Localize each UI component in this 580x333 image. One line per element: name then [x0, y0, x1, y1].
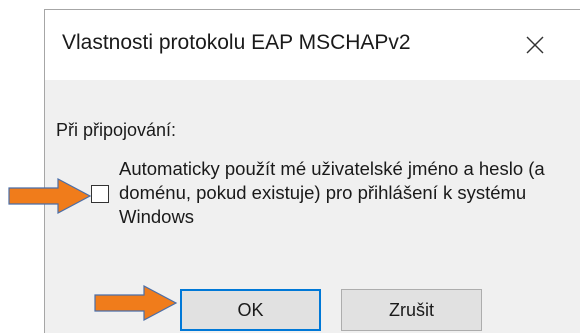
section-label-connecting: Při připojování:: [56, 120, 177, 140]
ok-button[interactable]: OK: [180, 289, 321, 331]
cancel-button[interactable]: Zrušit: [341, 289, 482, 331]
title-bar: Vlastnosti protokolu EAP MSCHAPv2: [45, 10, 580, 80]
auto-logon-checkbox[interactable]: [91, 185, 109, 203]
dialog-title: Vlastnosti protokolu EAP MSCHAPv2: [62, 31, 411, 54]
screenshot-canvas: Vlastnosti protokolu EAP MSCHAPv2 Při př…: [0, 0, 580, 333]
arrow-right-icon: [8, 178, 92, 214]
close-button[interactable]: [505, 22, 565, 68]
close-icon: [526, 36, 544, 54]
arrow-right-icon: [94, 285, 178, 321]
auto-logon-checkbox-label[interactable]: Automaticky použít mé uživatelské jméno …: [119, 157, 579, 229]
